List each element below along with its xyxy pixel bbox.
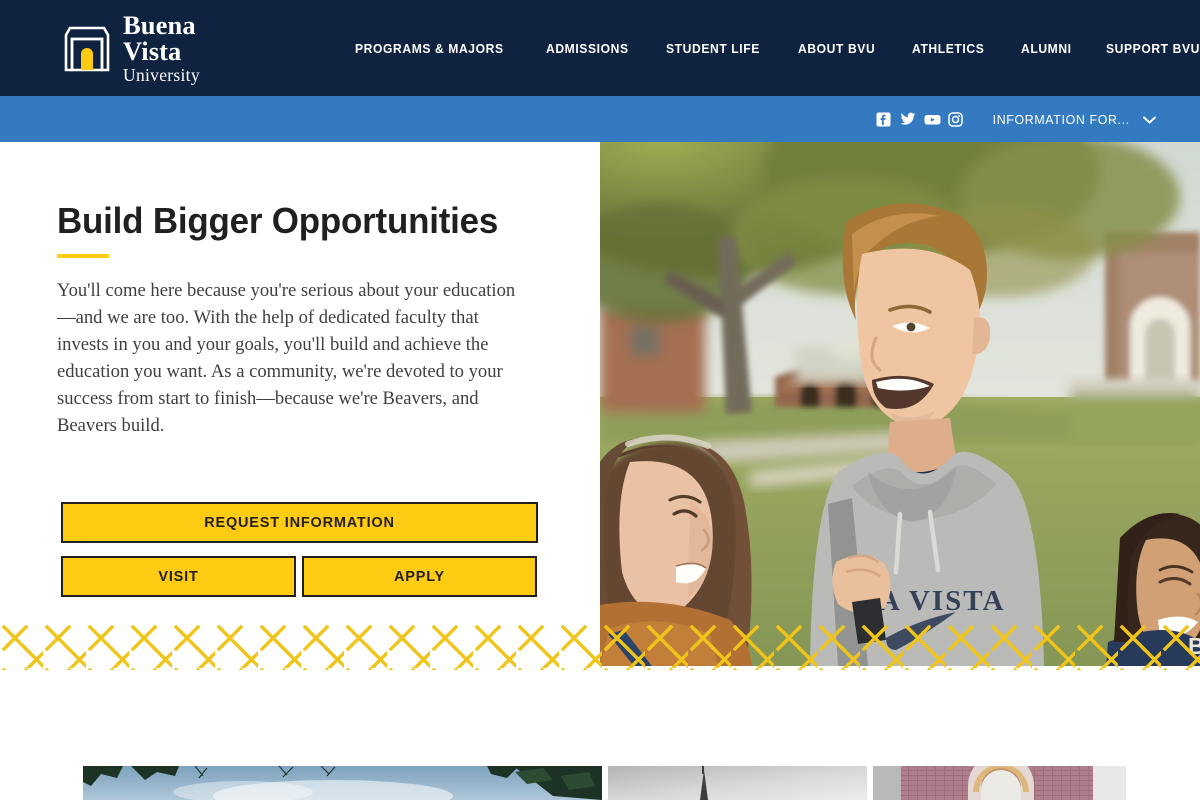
nav-admissions[interactable]: ADMISSIONS xyxy=(546,41,629,56)
nav-programs-majors[interactable]: PROGRAMS & MAJORS xyxy=(355,41,504,56)
request-information-button[interactable]: REQUEST INFORMATION xyxy=(61,502,538,543)
page-title: Build Bigger Opportunities xyxy=(57,200,499,241)
youtube-icon[interactable] xyxy=(924,112,941,127)
feature-card-row xyxy=(0,766,1200,800)
site-logo[interactable]: Buena Vista University xyxy=(62,12,200,85)
hero-photo: ENA VISTA B xyxy=(600,142,1200,666)
logo-sub-text: University xyxy=(123,64,200,85)
chevron-down-icon xyxy=(1143,112,1156,127)
logo-main-text: Buena Vista xyxy=(123,9,196,67)
card-spire[interactable] xyxy=(608,766,867,800)
facebook-icon[interactable] xyxy=(876,112,891,127)
title-underline-accent xyxy=(57,254,109,258)
nav-alumni[interactable]: ALUMNI xyxy=(1021,41,1072,56)
hero-description: You'll come here because you're serious … xyxy=(57,280,516,436)
information-for-dropdown[interactable]: INFORMATION FOR... xyxy=(989,112,1156,127)
hero-cta-group: REQUEST INFORMATION VISIT APPLY xyxy=(61,502,538,597)
twitter-icon[interactable] xyxy=(900,112,916,127)
information-for-label: INFORMATION FOR... xyxy=(993,111,1131,127)
nav-athletics[interactable]: ATHLETICS xyxy=(912,41,984,56)
card-campus-sky[interactable] xyxy=(83,766,602,800)
instagram-icon[interactable] xyxy=(948,111,964,127)
primary-navigation: PROGRAMS & MAJORS ADMISSIONS STUDENT LIF… xyxy=(355,37,1200,59)
nav-about-bvu[interactable]: ABOUT BVU xyxy=(798,41,875,56)
site-header: Buena Vista University PROGRAMS & MAJORS… xyxy=(0,0,1200,96)
arch-gateway-logo-icon xyxy=(62,22,112,74)
nav-support-bvu[interactable]: SUPPORT BVU xyxy=(1106,41,1200,56)
utility-bar: INFORMATION FOR... xyxy=(0,96,1200,142)
card-brick-arch[interactable] xyxy=(873,766,1126,800)
hero-section: ENA VISTA B Build Bigger Opportunities Y… xyxy=(0,142,1200,670)
logo-wordmark: Buena Vista University xyxy=(123,12,200,85)
secondary-cta-row: VISIT APPLY xyxy=(61,556,538,597)
nav-student-life[interactable]: STUDENT LIFE xyxy=(666,41,760,56)
apply-button[interactable]: APPLY xyxy=(302,556,537,597)
visit-button[interactable]: VISIT xyxy=(61,556,296,597)
social-links xyxy=(876,111,964,127)
